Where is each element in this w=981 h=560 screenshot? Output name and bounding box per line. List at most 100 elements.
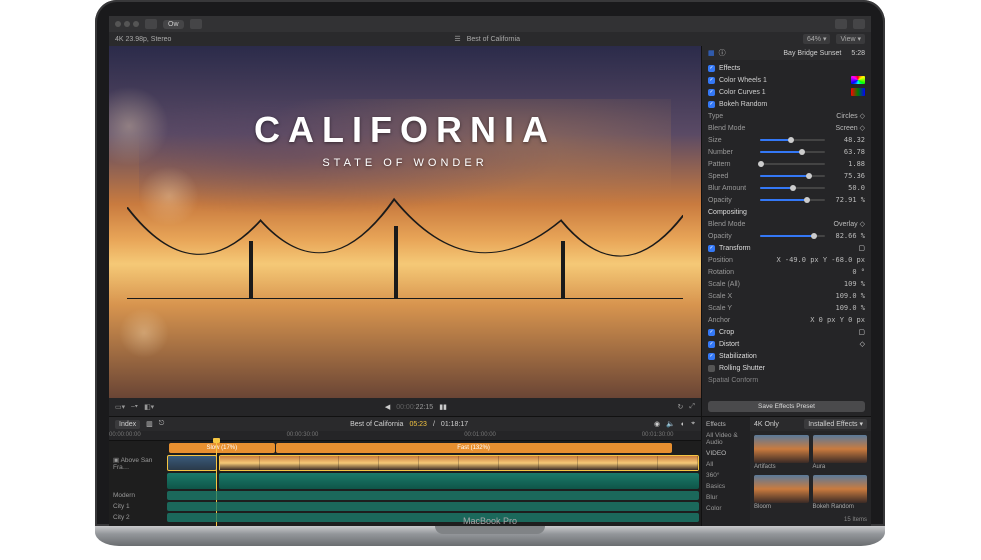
snapping-icon[interactable]: ⎋ <box>159 420 165 428</box>
tool-marker-icon[interactable]: ◧▾ <box>144 403 154 411</box>
param-slider[interactable] <box>760 175 825 177</box>
transform-param-value[interactable]: 109 % <box>844 280 865 288</box>
clip-main[interactable] <box>219 455 699 471</box>
color-curves-label: Color Curves 1 <box>719 89 766 96</box>
browser-category[interactable]: All Video & Audio <box>702 430 750 448</box>
timeline-tracks[interactable]: Slow (17%)Fast (132%) ▣ Above San Fra… M… <box>109 441 701 526</box>
role-clip[interactable] <box>167 513 699 522</box>
browser-category[interactable]: VIDEO <box>702 448 750 459</box>
effect-item[interactable]: Bokeh Random <box>813 475 868 511</box>
clip-above[interactable] <box>167 455 217 471</box>
index-button[interactable]: Index <box>115 420 140 429</box>
param-slider[interactable] <box>760 187 825 189</box>
timeline-panel: Index ▥ ⎋ Best of California 05:23 / 01:… <box>109 417 701 526</box>
zoom-dropdown[interactable]: 64% ▾ <box>803 34 830 44</box>
pause-icon[interactable]: ▮▮ <box>439 403 447 411</box>
param-slider[interactable] <box>760 199 825 201</box>
role-clip[interactable] <box>167 502 699 511</box>
loop-icon[interactable]: ↻ <box>678 403 684 411</box>
clip-appearance-icon[interactable]: ▥ <box>146 420 153 428</box>
transform-section-label: Transform <box>719 245 751 252</box>
color-wheels-checkbox[interactable]: ✓ <box>708 77 715 84</box>
browser-category[interactable]: Color <box>702 503 750 514</box>
effect-item[interactable]: Artifacts <box>754 435 809 471</box>
param-slider[interactable] <box>760 151 825 153</box>
transform-param-value[interactable]: 0 ° <box>852 268 865 276</box>
view-dropdown[interactable]: View ▾ <box>836 34 865 44</box>
param-dropdown[interactable]: Circles ◇ <box>760 112 865 120</box>
browser-scope[interactable]: 4K Only <box>754 421 779 428</box>
spatial-conform-label: Spatial Conform <box>708 377 758 384</box>
audio-clip[interactable] <box>167 473 217 489</box>
audio-skim-icon[interactable]: 🔈 <box>666 420 675 428</box>
audio-clip-main[interactable] <box>219 473 699 489</box>
color-curves-icon[interactable] <box>851 88 865 96</box>
browser-category[interactable]: Blur <box>702 492 750 503</box>
stabilization-checkbox[interactable]: ✓ <box>708 353 715 360</box>
bokeh-checkbox[interactable]: ✓ <box>708 101 715 108</box>
rolling-shutter-checkbox[interactable] <box>708 365 715 372</box>
timeline-current: 05:23 <box>409 421 427 428</box>
opacity-value: 82.66 % <box>829 232 865 240</box>
video-inspector-icon[interactable]: ▦ <box>708 49 715 57</box>
transform-param-value[interactable]: 109.0 % <box>835 292 865 300</box>
blend-mode-dropdown[interactable]: Overlay ◇ <box>760 220 865 228</box>
color-curves-checkbox[interactable]: ✓ <box>708 89 715 96</box>
crop-checkbox[interactable]: ✓ <box>708 329 715 336</box>
snap-icon[interactable]: ⌖ <box>691 420 695 428</box>
param-slider[interactable] <box>760 139 825 141</box>
timeline-ruler[interactable]: 00:00:00:0000:00:30:0000:01:00:0000:01:3… <box>109 431 701 441</box>
speed-segment[interactable]: Fast (132%) <box>276 443 672 453</box>
browser-collection-dropdown[interactable]: Installed Effects ▾ <box>804 419 867 429</box>
skimming-icon[interactable]: ◉ <box>654 420 660 428</box>
param-label: Opacity <box>708 197 756 204</box>
transform-param-value[interactable]: 109.0 % <box>835 304 865 312</box>
transform-checkbox[interactable]: ✓ <box>708 245 715 252</box>
crop-onscreen-icon[interactable]: ▢ <box>858 328 865 336</box>
library-toggle-icon[interactable] <box>145 19 157 29</box>
param-label: Speed <box>708 173 756 180</box>
info-inspector-icon[interactable]: ⓘ <box>719 48 726 58</box>
distort-checkbox[interactable]: ✓ <box>708 341 715 348</box>
effects-section-label: Effects <box>719 65 740 72</box>
param-label: Type <box>708 113 756 120</box>
share-icon[interactable] <box>853 19 865 29</box>
color-wheel-icon[interactable] <box>851 76 865 84</box>
effect-item[interactable]: Aura <box>813 435 868 471</box>
role-label[interactable]: City 2 <box>109 514 167 521</box>
distort-label: Distort <box>719 341 739 348</box>
tool-select-icon[interactable]: ▭▾ <box>115 403 125 411</box>
distort-onscreen-icon[interactable]: ◇ <box>860 340 865 348</box>
transform-param-value[interactable]: X 0 px Y 0 px <box>810 316 865 324</box>
role-label[interactable]: Modern <box>109 492 167 499</box>
param-label: Pattern <box>708 161 756 168</box>
effect-name: Aura <box>813 464 868 470</box>
effect-thumbnail <box>754 435 809 463</box>
effects-checkbox[interactable]: ✓ <box>708 65 715 72</box>
viewer-canvas[interactable]: CALIFORNIA STATE OF WONDER <box>109 46 701 398</box>
history-icon[interactable] <box>190 19 202 29</box>
effect-name: Artifacts <box>754 464 809 470</box>
ow-button[interactable]: Ow <box>163 20 184 29</box>
browser-category[interactable]: Basics <box>702 481 750 492</box>
role-label[interactable]: City 1 <box>109 503 167 510</box>
play-back-icon[interactable]: ◀ <box>385 403 390 411</box>
browser-category[interactable]: 360° <box>702 470 750 481</box>
browser-category[interactable]: All <box>702 459 750 470</box>
transform-onscreen-icon[interactable]: ▢ <box>858 244 865 252</box>
fullscreen-icon[interactable]: ⤢ <box>689 403 695 411</box>
param-slider[interactable] <box>760 163 825 165</box>
format-label: 4K 23.98p, Stereo <box>115 36 171 43</box>
speed-segment[interactable]: Slow (17%) <box>169 443 275 453</box>
param-dropdown[interactable]: Screen ◇ <box>760 124 865 132</box>
save-effects-preset-button[interactable]: Save Effects Preset <box>708 401 865 412</box>
param-label: Blend Mode <box>708 125 756 132</box>
solo-icon[interactable]: ◐ <box>681 421 685 428</box>
effect-item[interactable]: Bloom <box>754 475 809 511</box>
opacity-slider[interactable] <box>760 235 825 237</box>
transform-param-value[interactable]: X -49.0 px Y -68.0 px <box>776 256 865 264</box>
role-clip[interactable] <box>167 491 699 500</box>
inspector-toggle-icon[interactable] <box>835 19 847 29</box>
tool-trim-icon[interactable]: ⎯▾ <box>131 403 138 411</box>
connected-clip[interactable]: ▣ Above San Fra… <box>109 456 167 471</box>
